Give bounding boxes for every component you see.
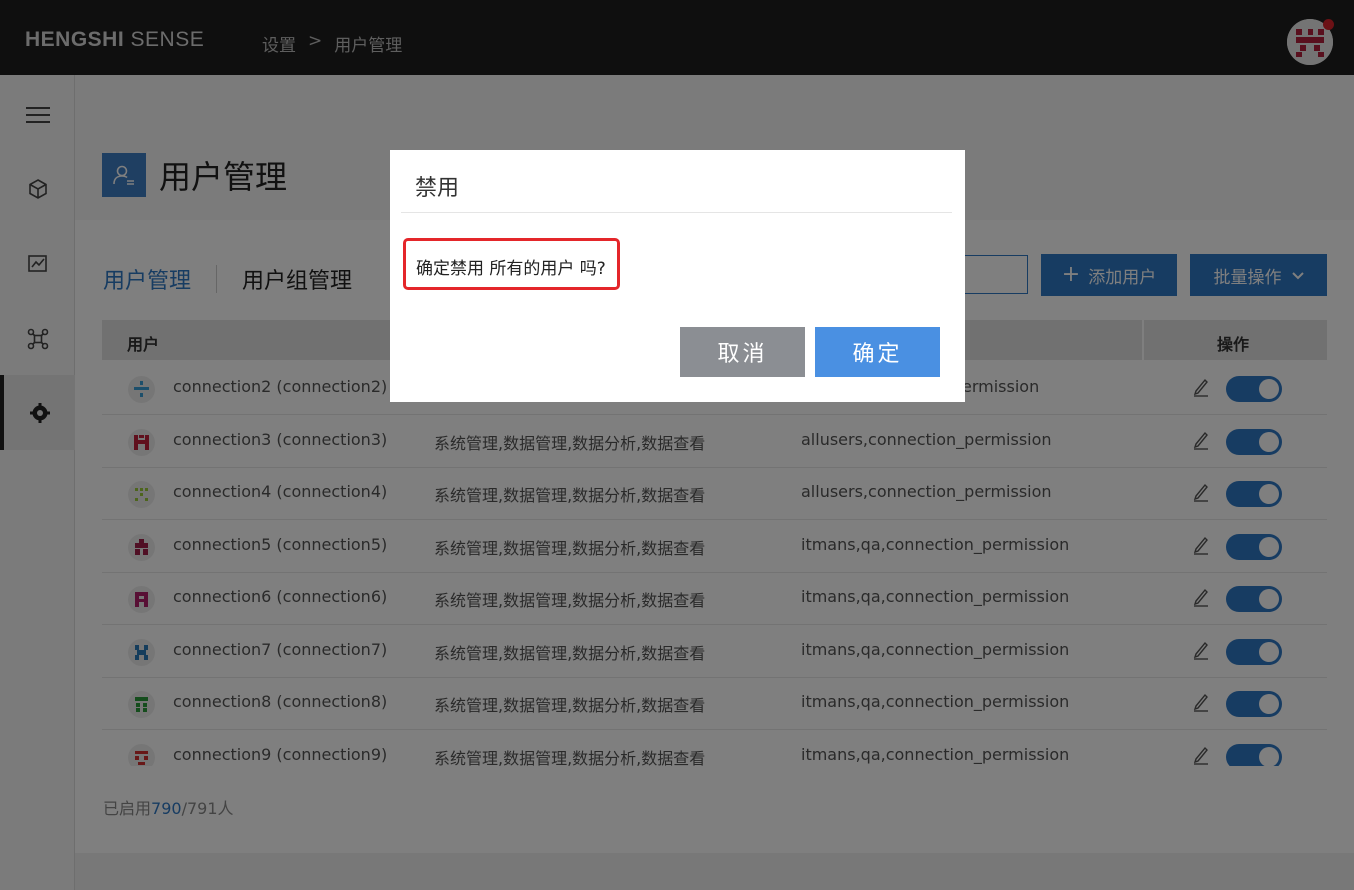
dialog-title: 禁用 [415,176,460,201]
dialog-message: 确定禁用 所有的用户 吗? [416,259,606,279]
confirm-button[interactable]: 确定 [815,327,940,377]
dialog-divider [401,212,952,213]
modal-backdrop[interactable] [0,0,1354,890]
highlight-box: 确定禁用 所有的用户 吗? [403,238,620,290]
cancel-button[interactable]: 取消 [680,327,805,377]
disable-confirm-dialog: 禁用 确定禁用 所有的用户 吗? 取消 确定 [390,150,965,402]
